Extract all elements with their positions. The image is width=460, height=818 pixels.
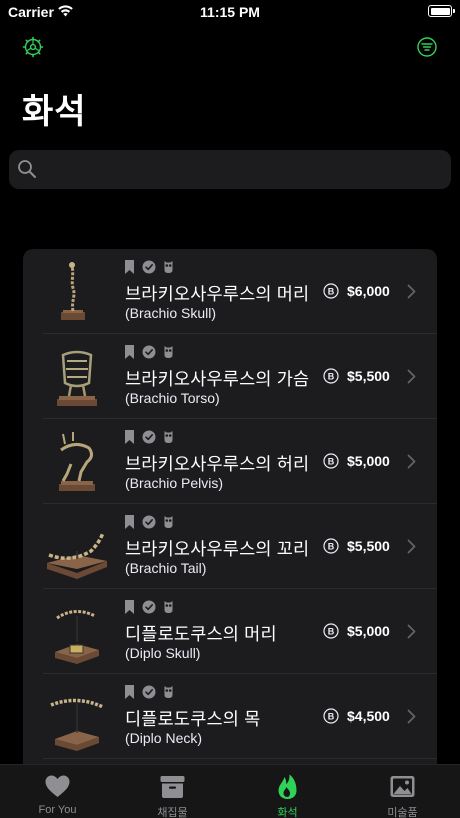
fossil-row[interactable]: 브라키오사우루스의 가슴 (Brachio Torso) B $5,500 — [23, 334, 437, 419]
owl-icon[interactable] — [163, 430, 174, 444]
fossil-thumbnail — [50, 698, 104, 751]
chevron-right-icon — [407, 454, 416, 469]
svg-text:B: B — [328, 627, 335, 637]
flame-icon — [278, 774, 297, 799]
tab-label: 화석 — [277, 807, 298, 818]
fossil-thumbnail — [57, 350, 97, 406]
fossil-thumbnail — [47, 532, 107, 579]
fossil-name: 브라키오사우루스의 머리 — [125, 284, 310, 304]
checkmark-icon[interactable] — [142, 685, 156, 699]
fossil-thumbnail — [59, 432, 95, 491]
bells-coin-icon: B — [323, 708, 339, 724]
svg-text:B: B — [328, 457, 335, 467]
fossil-name: 디플로도쿠스의 머리 — [125, 624, 277, 644]
filter-icon[interactable] — [416, 36, 438, 58]
fossil-name: 디플로도쿠스의 목 — [125, 709, 261, 729]
checkmark-icon[interactable] — [142, 515, 156, 529]
fossil-english-name: (Diplo Skull) — [125, 645, 201, 661]
tab-bar: For You 채집물 화석 미술품 — [0, 764, 460, 818]
chevron-right-icon — [407, 284, 416, 299]
battery-icon — [428, 5, 455, 17]
fossil-list: 브라키오사우루스의 머리 (Brachio Skull) B $6,000 브라… — [23, 249, 437, 809]
fossil-price: $5,000 — [347, 623, 390, 639]
bookmark-icon[interactable] — [124, 430, 135, 444]
fossil-row[interactable]: 브라키오사우루스의 꼬리 (Brachio Tail) B $5,500 — [23, 504, 437, 589]
status-badges — [124, 430, 174, 444]
tab-fossils[interactable]: 화석 — [230, 765, 345, 818]
fossil-name: 브라키오사우루스의 가슴 — [125, 369, 310, 389]
settings-gear-icon[interactable] — [22, 36, 44, 58]
fossil-price: $5,500 — [347, 368, 390, 384]
search-bar[interactable] — [9, 150, 451, 189]
fossil-english-name: (Diplo Neck) — [125, 730, 203, 746]
bells-coin-icon: B — [323, 623, 339, 639]
svg-text:B: B — [328, 372, 335, 382]
picture-icon — [390, 776, 415, 797]
clock: 11:15 PM — [200, 4, 260, 20]
chevron-right-icon — [407, 709, 416, 724]
fossil-name: 브라키오사우루스의 허리 — [125, 454, 310, 474]
fossil-row[interactable]: 브라키오사우루스의 머리 (Brachio Skull) B $6,000 — [23, 249, 437, 334]
fossil-english-name: (Brachio Pelvis) — [125, 475, 224, 491]
page-title: 화석 — [22, 93, 87, 131]
status-badges — [124, 600, 174, 614]
bells-coin-icon: B — [323, 283, 339, 299]
status-badges — [124, 515, 174, 529]
tab-label: For You — [38, 804, 77, 816]
bookmark-icon[interactable] — [124, 515, 135, 529]
owl-icon[interactable] — [163, 260, 174, 274]
svg-text:B: B — [328, 287, 335, 297]
checkmark-icon[interactable] — [142, 600, 156, 614]
tab-collection[interactable]: 채집물 — [115, 765, 230, 818]
status-bar: Carrier 11:15 PM — [0, 0, 460, 24]
fossil-price: $5,500 — [347, 538, 390, 554]
checkmark-icon[interactable] — [142, 345, 156, 359]
fossil-thumbnail — [61, 262, 85, 320]
bells-coin-icon: B — [323, 453, 339, 469]
heart-icon — [45, 775, 70, 797]
svg-text:B: B — [328, 542, 335, 552]
fossil-english-name: (Brachio Tail) — [125, 560, 207, 576]
chevron-right-icon — [407, 369, 416, 384]
tab-label: 채집물 — [157, 807, 188, 818]
status-badges — [124, 685, 174, 699]
archive-box-icon — [160, 776, 185, 798]
fossil-row[interactable]: 디플로도쿠스의 목 (Diplo Neck) B $4,500 — [23, 674, 437, 759]
bookmark-icon[interactable] — [124, 600, 135, 614]
tab-art[interactable]: 미술품 — [345, 765, 460, 818]
tab-label: 미술품 — [387, 807, 418, 818]
fossil-price: $4,500 — [347, 708, 390, 724]
search-input[interactable] — [45, 150, 435, 189]
tab-for-you[interactable]: For You — [0, 765, 115, 818]
owl-icon[interactable] — [163, 515, 174, 529]
chevron-right-icon — [407, 624, 416, 639]
fossil-thumbnail — [55, 610, 99, 664]
fossil-row[interactable]: 브라키오사우루스의 허리 (Brachio Pelvis) B $5,000 — [23, 419, 437, 504]
checkmark-icon[interactable] — [142, 260, 156, 274]
owl-icon[interactable] — [163, 345, 174, 359]
status-badges — [124, 260, 174, 274]
fossil-price: $6,000 — [347, 283, 390, 299]
row-divider — [43, 758, 437, 759]
fossil-english-name: (Brachio Skull) — [125, 305, 217, 321]
search-icon — [18, 160, 36, 178]
bookmark-icon[interactable] — [124, 260, 135, 274]
status-badges — [124, 345, 174, 359]
bookmark-icon[interactable] — [124, 345, 135, 359]
checkmark-icon[interactable] — [142, 430, 156, 444]
fossil-name: 브라키오사우루스의 꼬리 — [125, 539, 310, 559]
owl-icon[interactable] — [163, 685, 174, 699]
fossil-english-name: (Brachio Torso) — [125, 390, 220, 406]
bookmark-icon[interactable] — [124, 685, 135, 699]
owl-icon[interactable] — [163, 600, 174, 614]
chevron-right-icon — [407, 539, 416, 554]
fossil-price: $5,000 — [347, 453, 390, 469]
fossil-row[interactable]: 디플로도쿠스의 머리 (Diplo Skull) B $5,000 — [23, 589, 437, 674]
bells-coin-icon: B — [323, 368, 339, 384]
svg-text:B: B — [328, 712, 335, 722]
bells-coin-icon: B — [323, 538, 339, 554]
